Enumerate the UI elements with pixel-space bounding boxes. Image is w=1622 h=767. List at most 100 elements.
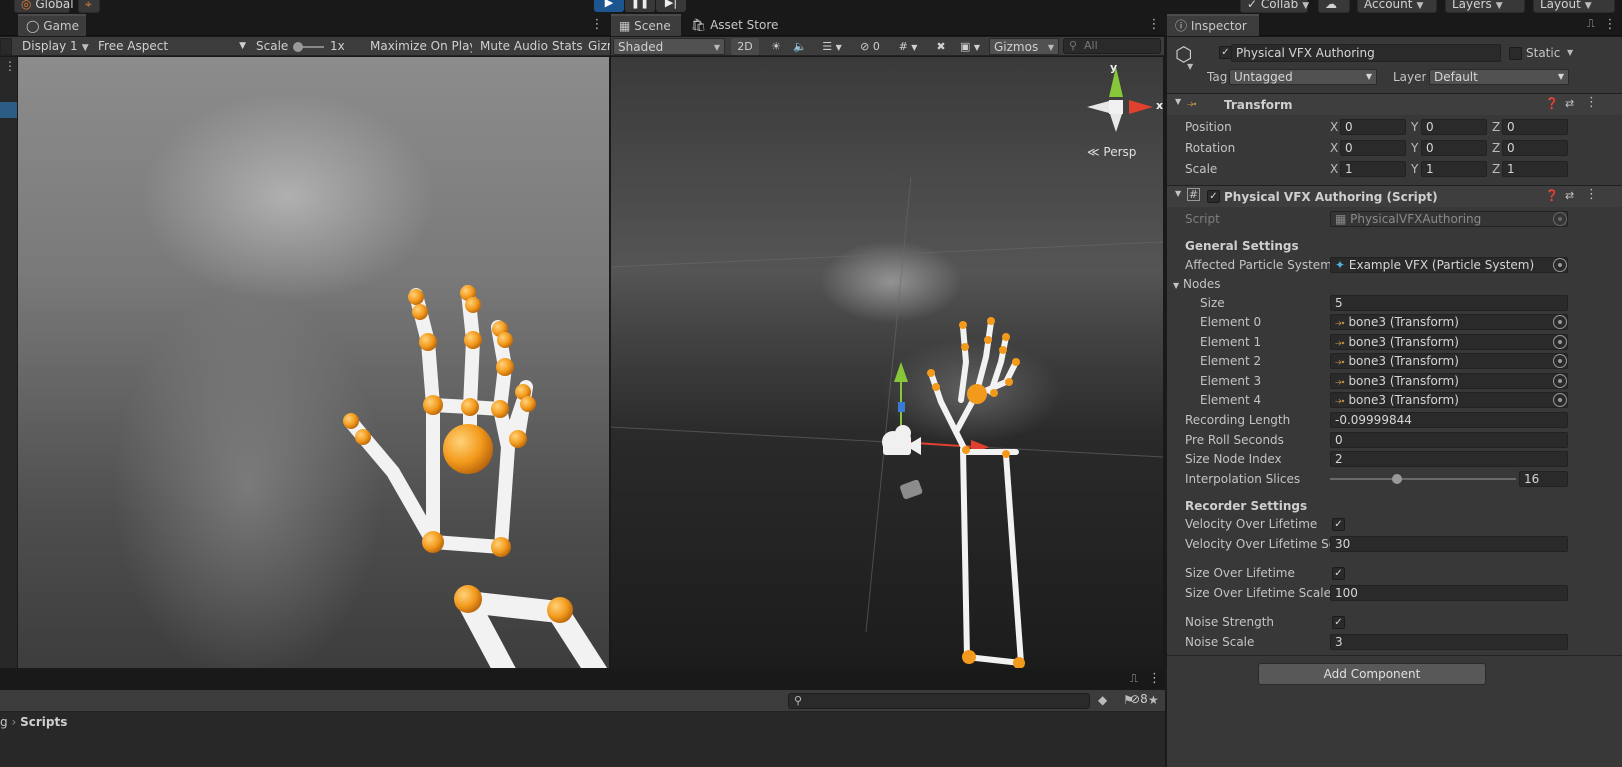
- preset-icon[interactable]: ⇄: [1565, 97, 1574, 110]
- tab-asset-store[interactable]: 🛍 Asset Store: [683, 14, 783, 36]
- object-picker-icon[interactable]: [1553, 354, 1567, 368]
- help-icon[interactable]: ❓: [1545, 189, 1559, 202]
- interpolation-slices-field[interactable]: 16: [1519, 471, 1568, 487]
- lock-icon[interactable]: ⎍: [1130, 672, 1138, 686]
- kebab-icon[interactable]: ⋮: [1585, 95, 1598, 110]
- node-element-field[interactable]: ⤞ bone3 (Transform): [1330, 314, 1568, 330]
- layout-dropdown[interactable]: Layout ▼: [1533, 0, 1615, 13]
- script-enabled-checkbox[interactable]: ✓: [1207, 190, 1220, 203]
- object-picker-icon[interactable]: [1553, 373, 1567, 388]
- hierarchy-search[interactable]: [0, 38, 12, 55]
- node-element-field[interactable]: ⤞ bone3 (Transform): [1330, 392, 1568, 408]
- game-viewport[interactable]: [18, 57, 609, 668]
- size-over-lifetime-checkbox[interactable]: ✓: [1332, 567, 1345, 580]
- orientation-gizmo[interactable]: [1087, 67, 1153, 132]
- scale-z-field[interactable]: 1: [1502, 161, 1568, 177]
- kebab-icon[interactable]: ⋮: [590, 14, 604, 36]
- pre-roll-seconds-field[interactable]: 0: [1330, 432, 1568, 448]
- object-picker-icon[interactable]: [1553, 393, 1567, 407]
- scene-viewport[interactable]: y x 🔒 ≪ Persp: [611, 57, 1163, 668]
- toggle-2d-button[interactable]: 2D: [731, 38, 759, 55]
- size-node-index-field[interactable]: 2: [1330, 451, 1568, 467]
- star-icon[interactable]: ★: [1148, 693, 1166, 707]
- breadcrumb-root[interactable]: g: [0, 715, 8, 729]
- node-element-field[interactable]: ⤞ bone3 (Transform): [1330, 372, 1568, 389]
- kebab-icon[interactable]: ⋮: [1147, 14, 1161, 36]
- chevron-down-icon[interactable]: ▼: [1567, 44, 1573, 62]
- selected-hierarchy-row[interactable]: [0, 102, 17, 118]
- kebab-icon[interactable]: ⋮: [1585, 187, 1598, 202]
- tab-game[interactable]: ◯ Game: [18, 14, 86, 36]
- scale-slider[interactable]: [293, 42, 324, 52]
- tab-scene[interactable]: ▦ Scene: [611, 14, 681, 36]
- tag-dropdown[interactable]: Untagged ▼: [1229, 69, 1377, 85]
- camera-gizmo-icon[interactable]: [882, 425, 921, 455]
- position-z-field[interactable]: 0: [1502, 119, 1568, 135]
- affected-particle-system-field[interactable]: ✦ Example VFX (Particle System): [1330, 257, 1568, 273]
- noise-strength-checkbox[interactable]: ✓: [1332, 616, 1345, 629]
- velocity-over-lifetime-checkbox[interactable]: ✓: [1332, 518, 1345, 531]
- script-component-header[interactable]: ▼ # ✓ Physical VFX Authoring (Script) ❓ …: [1167, 185, 1622, 207]
- tools-button[interactable]: ✖: [931, 38, 951, 55]
- rotation-z-field[interactable]: 0: [1502, 140, 1568, 156]
- lock-icon[interactable]: ⎍: [1587, 17, 1595, 31]
- cloud-button[interactable]: ☁: [1318, 0, 1350, 13]
- object-picker-icon[interactable]: [1553, 334, 1567, 349]
- velocity-over-lifetime-scale-field[interactable]: 30: [1330, 536, 1568, 552]
- interpolation-slider-track[interactable]: [1330, 474, 1516, 484]
- step-button[interactable]: ▶|: [656, 0, 686, 12]
- preset-icon[interactable]: ⇄: [1565, 189, 1574, 202]
- size-over-lifetime-scale-field[interactable]: 100: [1330, 585, 1568, 601]
- layers-dropdown[interactable]: Layers ▼: [1445, 0, 1525, 13]
- node-element-field[interactable]: ⤞ bone3 (Transform): [1330, 333, 1568, 350]
- grid-dropdown[interactable]: # ▼: [891, 38, 925, 55]
- pause-button[interactable]: ❚❚: [625, 0, 655, 12]
- scale-x-field[interactable]: 1: [1340, 161, 1406, 177]
- aspect-dropdown[interactable]: Free Aspect ▼: [98, 38, 248, 55]
- game-gizmos-toggle[interactable]: Gizm: [588, 38, 610, 55]
- static-checkbox[interactable]: [1509, 47, 1522, 60]
- camera-dropdown[interactable]: ▣ ▼: [955, 38, 985, 55]
- position-y-field[interactable]: 0: [1421, 119, 1487, 135]
- mute-audio-toggle[interactable]: Mute Audio: [480, 38, 548, 55]
- nodes-foldout[interactable]: ▼ Nodes: [1173, 275, 1221, 293]
- object-picker-icon[interactable]: [1553, 258, 1567, 272]
- kebab-icon[interactable]: ⋮: [1603, 14, 1617, 36]
- pivot-global-toggle[interactable]: ◎ Global: [14, 0, 74, 13]
- audio-toggle[interactable]: 🔈: [789, 38, 811, 55]
- noise-scale-field[interactable]: 3: [1330, 634, 1568, 650]
- interpolation-slider-handle[interactable]: [1391, 474, 1402, 484]
- object-picker-icon[interactable]: [1553, 315, 1567, 329]
- object-name-input[interactable]: Physical VFX Authoring: [1231, 44, 1501, 62]
- filter-type-icon[interactable]: ◆: [1098, 693, 1116, 707]
- scene-search-input[interactable]: ⚲ All: [1063, 38, 1161, 54]
- rotation-x-field[interactable]: 0: [1340, 140, 1406, 156]
- add-component-button[interactable]: Add Component: [1258, 663, 1486, 685]
- shading-mode-dropdown[interactable]: Shaded ▼: [613, 38, 725, 55]
- chevron-down-icon[interactable]: ▼: [1187, 62, 1193, 71]
- hidden-count-badge[interactable]: ⊘8: [1130, 692, 1148, 706]
- recording-length-field[interactable]: -0.09999844: [1330, 412, 1568, 428]
- effects-dropdown[interactable]: ☰ ▼: [815, 38, 849, 55]
- stats-toggle[interactable]: Stats: [552, 38, 584, 55]
- rotation-y-field[interactable]: 0: [1421, 140, 1487, 156]
- account-dropdown[interactable]: Account ▼: [1357, 0, 1437, 13]
- play-button[interactable]: ▶: [594, 0, 624, 12]
- maximize-on-play-toggle[interactable]: Maximize On Play: [370, 38, 472, 55]
- perspective-toggle[interactable]: ≪ Persp: [1087, 145, 1136, 159]
- tab-inspector[interactable]: ⓘ Inspector: [1167, 14, 1259, 36]
- kebab-icon[interactable]: ⋮: [1148, 671, 1161, 686]
- transform-header[interactable]: ▼ ⤞ Transform ❓ ⇄ ⋮: [1167, 93, 1622, 115]
- scale-y-field[interactable]: 1: [1421, 161, 1487, 177]
- grid-snap-button[interactable]: ⌖: [78, 0, 100, 13]
- lighting-toggle[interactable]: ☀: [765, 38, 787, 55]
- node-element-field[interactable]: ⤞ bone3 (Transform): [1330, 353, 1568, 369]
- gizmos-dropdown[interactable]: Gizmos ▼: [989, 38, 1059, 55]
- scale-slider-handle[interactable]: [293, 42, 303, 52]
- breadcrumb-folder[interactable]: Scripts: [20, 715, 67, 729]
- hidden-objects-toggle[interactable]: ⊘ 0: [853, 38, 887, 55]
- layer-dropdown[interactable]: Default ▼: [1429, 69, 1569, 85]
- display-dropdown[interactable]: Display 1 ▼: [22, 38, 94, 55]
- kebab-icon[interactable]: ⋮: [4, 59, 16, 73]
- collab-dropdown[interactable]: ✓ Collab ▼: [1240, 0, 1309, 13]
